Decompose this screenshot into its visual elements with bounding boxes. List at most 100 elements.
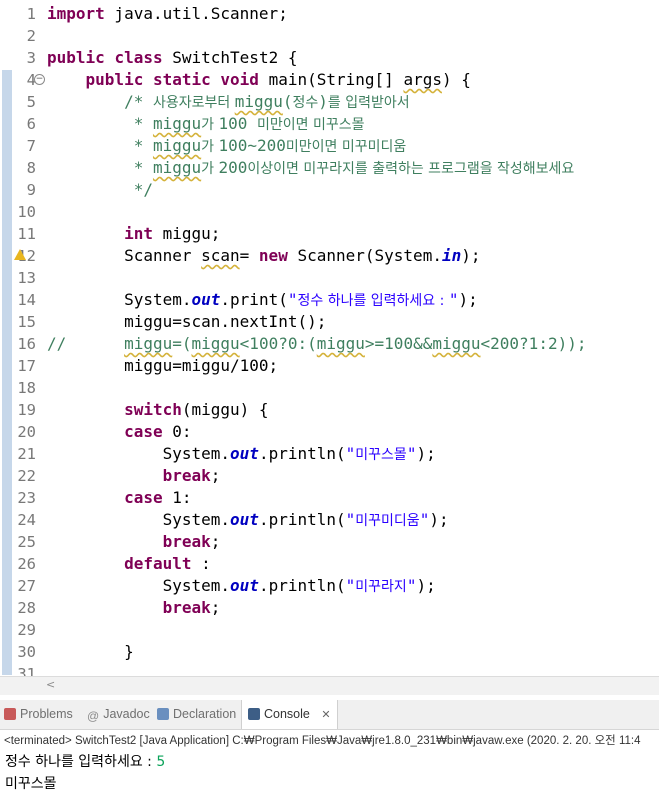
code-line[interactable]: 29	[0, 619, 659, 641]
code-token: (miggu) {	[181, 400, 269, 419]
code-line[interactable]: 16// miggu=(miggu<100?0:(miggu>=100&&mig…	[0, 333, 659, 355]
close-icon[interactable]: ✕	[321, 709, 330, 721]
code-line[interactable]: 30 }	[0, 641, 659, 663]
line-number: 1	[26, 5, 36, 23]
code-token: miggu;	[152, 224, 221, 243]
code-token: out	[191, 290, 221, 309]
code-token: 이상이면 미꾸라지를 출력하는 프로그램을 작성해보세요	[247, 161, 575, 177]
tab-javadoc[interactable]: @ Javadoc	[87, 700, 150, 729]
code-line[interactable]: 26 default :	[0, 553, 659, 575]
line-number: 13	[17, 269, 36, 287]
code-line[interactable]: 14 System.out.print("정수 하나를 입력하세요 : ");	[0, 289, 659, 311]
code-line[interactable]: 27 System.out.println("미꾸라지");	[0, 575, 659, 597]
code-token: =(	[172, 334, 192, 353]
code-token: miggu	[234, 92, 283, 111]
code-line[interactable]: 7 * miggu가 100~200미만이면 미꾸미디움	[0, 135, 659, 157]
code-token: ;	[210, 466, 221, 485]
code-line[interactable]: 20 case 0:	[0, 421, 659, 443]
code-token: "	[419, 510, 430, 529]
code-token: miggu	[152, 114, 202, 133]
code-token: import	[47, 4, 105, 23]
code-token: break	[162, 532, 211, 551]
tab-declaration[interactable]: Declaration	[157, 700, 236, 729]
code-token: 사용자로부터	[152, 95, 235, 111]
code-line[interactable]: 10	[0, 201, 659, 223]
code-line[interactable]: 21 System.out.println("미꾸스몰");	[0, 443, 659, 465]
code-text: break;	[47, 465, 221, 487]
code-line[interactable]: 4− public static void main(String[] args…	[0, 69, 659, 91]
line-number: 25	[17, 533, 36, 551]
code-line[interactable]: 13	[0, 267, 659, 289]
code-line[interactable]: 9 */	[0, 179, 659, 201]
code-text: public static void main(String[] args) {	[47, 69, 471, 91]
line-number: 6	[26, 115, 36, 133]
code-token: miggu	[191, 334, 240, 353]
code-text: */	[47, 179, 153, 201]
code-line[interactable]: 8 * miggu가 200이상이면 미꾸라지를 출력하는 프로그램을 작성해보…	[0, 157, 659, 179]
code-line[interactable]: 1 import java.util.Scanner;	[0, 3, 659, 25]
code-token: 100~200	[218, 136, 286, 155]
code-token: main(String[]	[258, 70, 404, 89]
code-line[interactable]: 23 case 1:	[0, 487, 659, 509]
code-token: case	[124, 488, 163, 507]
code-line[interactable]: 22 break;	[0, 465, 659, 487]
code-token: <100?0:(	[239, 334, 317, 353]
tab-label: Declaration	[173, 707, 237, 721]
code-token: miggu=scan.nextInt();	[47, 312, 327, 331]
code-line[interactable]: 25 break;	[0, 531, 659, 553]
line-number: 24	[17, 511, 36, 529]
code-text: import java.util.Scanner;	[47, 3, 288, 25]
code-line[interactable]: 12 Scanner scan= new Scanner(System.in);	[0, 245, 659, 267]
code-token: System.	[47, 444, 231, 463]
code-text: System.out.println("미꾸라지");	[47, 575, 436, 598]
code-token: //	[47, 334, 125, 353]
code-line[interactable]: 5 /* 사용자로부터 miggu(정수)를 입력받아서	[0, 91, 659, 113]
code-text: miggu=scan.nextInt();	[47, 311, 326, 333]
line-number: 14	[17, 291, 36, 309]
scroll-left-arrow-icon[interactable]: <	[46, 678, 55, 691]
line-number: 2	[26, 27, 36, 45]
tab-console[interactable]: Console ✕	[241, 700, 338, 729]
code-token: ;	[210, 532, 221, 551]
code-token: Scanner	[47, 246, 202, 265]
code-line[interactable]: 17 miggu=miggu/100;	[0, 355, 659, 377]
line-number: 16	[17, 335, 36, 353]
code-token: SwitchTest2 {	[162, 48, 298, 67]
console-result: 미꾸스몰	[5, 776, 57, 792]
fold-toggle-icon[interactable]: −	[34, 74, 45, 85]
console-input: 5	[156, 754, 166, 770]
line-number: 9	[26, 181, 36, 199]
code-line[interactable]: 11 int miggu;	[0, 223, 659, 245]
console-output[interactable]: 정수 하나를 입력하세요 : 5 미꾸스몰	[0, 751, 659, 805]
code-line[interactable]: 18	[0, 377, 659, 399]
code-token: "	[406, 576, 417, 595]
line-number: 26	[17, 555, 36, 573]
code-token: );	[458, 290, 478, 309]
code-line[interactable]: 28 break;	[0, 597, 659, 619]
code-line[interactable]: 24 System.out.println("미꾸미디움");	[0, 509, 659, 531]
line-number: 11	[17, 225, 36, 243]
code-line[interactable]: 15 miggu=scan.nextInt();	[0, 311, 659, 333]
code-token: >=100&&	[364, 334, 433, 353]
tab-problems[interactable]: Problems	[4, 700, 73, 729]
code-line[interactable]: 19 switch(miggu) {	[0, 399, 659, 421]
line-number: 30	[17, 643, 36, 661]
code-token: miggu	[316, 334, 365, 353]
code-editor[interactable]: 1 import java.util.Scanner; 2 3 public class…	[0, 0, 659, 680]
warning-icon[interactable]	[14, 249, 26, 260]
code-line[interactable]: 3 public class SwitchTest2 {	[0, 47, 659, 69]
code-line[interactable]: 2	[0, 25, 659, 47]
line-number: 21	[17, 445, 36, 463]
code-line[interactable]: 6 * miggu가 100 미만이면 미꾸스몰	[0, 113, 659, 135]
code-token: public	[47, 48, 105, 67]
code-token: 미꾸미디움	[355, 513, 420, 529]
horizontal-scrollbar[interactable]: <	[0, 676, 659, 695]
code-token: );	[416, 576, 436, 595]
line-number: 4	[26, 71, 36, 89]
code-token: 1:	[162, 488, 192, 507]
code-token: miggu	[124, 334, 173, 353]
